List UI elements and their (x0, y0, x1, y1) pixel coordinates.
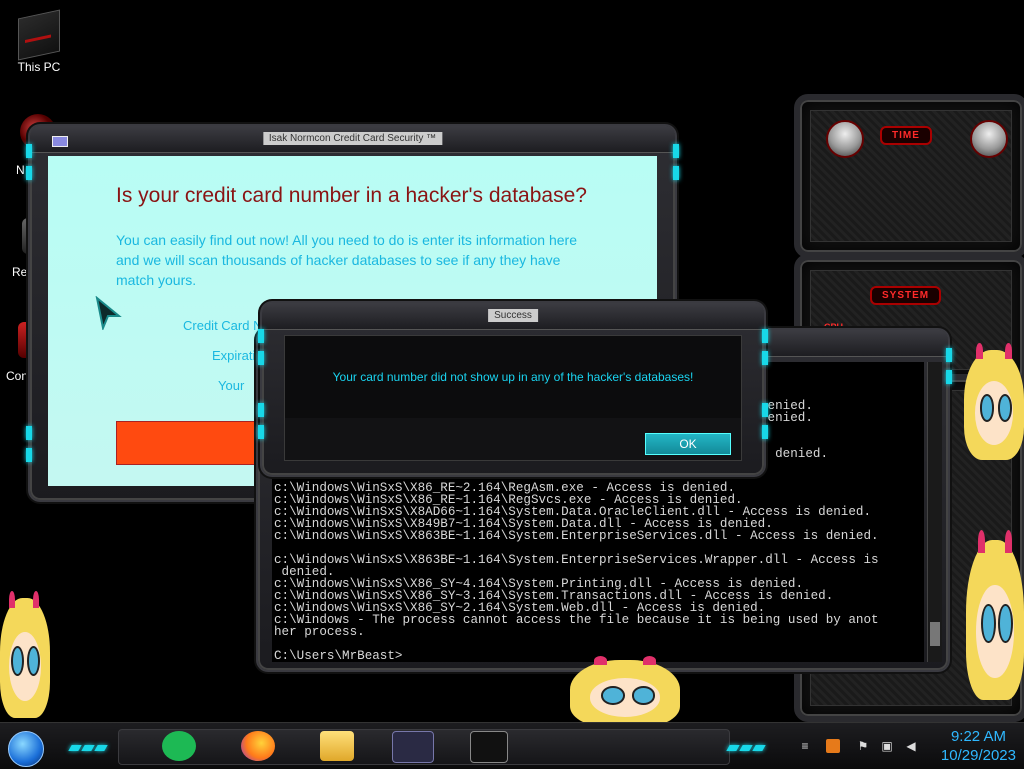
character-sticker (966, 530, 1024, 700)
spotify-icon[interactable] (162, 731, 196, 761)
led-indicator (258, 351, 264, 365)
alien-head-icon (970, 120, 1008, 158)
led-indicator (762, 329, 768, 343)
desktop-icon-this-pc[interactable]: This PC (4, 9, 74, 74)
card-number-label: Credit Card N (183, 318, 263, 333)
system-label: SYSTEM (870, 286, 942, 305)
led-indicator (26, 448, 32, 462)
character-sticker (570, 656, 680, 726)
window-title: Isak Normcon Credit Card Security ™ (262, 132, 443, 145)
flag-icon[interactable]: ⚑ (856, 739, 870, 753)
led-indicator (258, 329, 264, 343)
name-label: Your (218, 378, 245, 393)
clock-date: 10/29/2023 (940, 747, 1016, 764)
ok-button[interactable]: OK (645, 433, 731, 455)
alien-head-icon (826, 120, 864, 158)
character-sticker (964, 343, 1024, 460)
titlebar[interactable]: Isak Normcon Credit Card Security ™ (30, 126, 675, 153)
clock[interactable]: 9:22 AM 10/29/2023 (941, 727, 1016, 765)
credit-card-icon (52, 136, 68, 147)
led-indicator (946, 348, 952, 362)
time-label: TIME (880, 126, 932, 145)
desktop-icon-label: N (16, 163, 25, 177)
led-indicator (673, 144, 679, 158)
file-explorer-icon[interactable] (320, 731, 354, 761)
led-indicator (258, 425, 264, 439)
firefox-icon[interactable] (241, 731, 275, 761)
led-indicator (762, 425, 768, 439)
page-heading: Is your credit card number in a hacker's… (116, 184, 587, 207)
app-tray-icon[interactable] (826, 739, 840, 753)
success-dialog[interactable]: Success Your card number did not show up… (258, 303, 768, 475)
titlebar[interactable]: Success (262, 303, 764, 330)
led-indicator (258, 403, 264, 417)
scrollbar-thumb[interactable] (930, 622, 940, 646)
desktop-icon-label: This PC (17, 60, 61, 74)
volume-icon[interactable]: ◀ (904, 739, 918, 753)
dialog-title: Success (488, 309, 538, 322)
dialog-content: Your card number did not show up in any … (284, 335, 742, 461)
led-strip (726, 738, 767, 751)
led-indicator (762, 351, 768, 365)
console-line: s denied. (760, 447, 829, 461)
clock-time: 9:22 AM (950, 728, 1006, 745)
taskbar: ≡ ⚑ ▣ ◀ 9:22 AM 10/29/2023 (0, 722, 1024, 769)
scrollbar[interactable] (927, 362, 942, 662)
led-indicator (673, 166, 679, 180)
show-hidden-icons-icon[interactable]: ≡ (798, 739, 812, 753)
dialog-message: Your card number did not show up in any … (332, 370, 694, 384)
expiration-label: Expirati (212, 348, 256, 363)
led-strip (68, 738, 109, 751)
character-sticker (0, 590, 50, 718)
time-widget: TIME (794, 94, 1024, 258)
led-indicator (946, 370, 952, 384)
description-text: You can easily find out now! All you nee… (116, 232, 577, 288)
computer-icon (18, 9, 60, 61)
led-indicator (26, 426, 32, 440)
led-indicator (26, 166, 32, 180)
led-indicator (26, 144, 32, 158)
command-prompt-icon[interactable] (470, 731, 508, 763)
network-icon[interactable]: ▣ (880, 739, 894, 753)
led-indicator (762, 403, 768, 417)
credit-card-app-icon[interactable] (392, 731, 434, 763)
start-button[interactable] (8, 731, 44, 767)
